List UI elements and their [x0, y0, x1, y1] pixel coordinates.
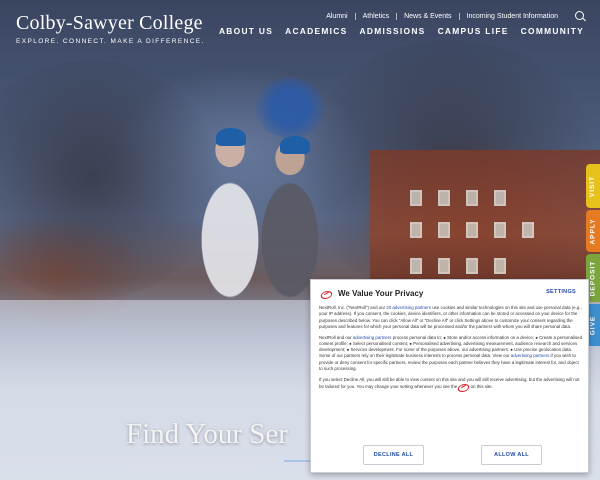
utility-link-incoming-students[interactable]: Incoming Student Information: [458, 13, 565, 20]
side-tab-apply-label: APPLY: [589, 217, 597, 245]
advertising-partners-count-link[interactable]: 20 advertising partners: [386, 305, 431, 310]
consent-title: We Value Your Privacy: [338, 289, 424, 298]
consent-header: We Value Your Privacy: [321, 289, 423, 298]
utility-nav: Alumni Athletics News & Events Incoming …: [319, 11, 586, 22]
advertising-partners-link-1[interactable]: advertising partners: [353, 335, 392, 340]
college-tagline: EXPLORE. CONNECT. MAKE A DIFFERENCE.: [16, 38, 205, 45]
college-logo[interactable]: Colby-Sawyer College EXPLORE. CONNECT. M…: [16, 12, 205, 45]
advertising-partners-link-2[interactable]: advertising partners: [511, 353, 550, 358]
side-tab-give-label: GIVE: [589, 315, 597, 335]
side-tab-deposit-label: DEPOSIT: [589, 260, 597, 296]
utility-link-alumni[interactable]: Alumni: [319, 13, 354, 20]
privacy-consent-dialog: We Value Your Privacy SETTINGS NextRoll,…: [310, 279, 589, 473]
allow-all-button[interactable]: ALLOW ALL: [481, 445, 542, 465]
nav-academics[interactable]: ACADEMICS: [285, 26, 347, 36]
consent-paragraph-1: NextRoll, Inc. ("NextRoll") and our 20 a…: [319, 305, 583, 330]
side-tab-visit-label: VISIT: [589, 175, 597, 197]
nav-campus-life[interactable]: CAMPUS LIFE: [438, 26, 509, 36]
consent-p3-text-a: If you select Decline All, you will stil…: [319, 376, 580, 390]
consent-settings-link[interactable]: SETTINGS: [546, 289, 576, 295]
nav-admissions[interactable]: ADMISSIONS: [360, 26, 426, 36]
hero-headline: Find Your Ser: [126, 418, 288, 450]
nav-about-us[interactable]: ABOUT US: [219, 26, 273, 36]
utility-link-athletics[interactable]: Athletics: [354, 13, 396, 20]
campus-building: [370, 150, 600, 290]
college-name: Colby-Sawyer College: [16, 12, 203, 34]
decline-all-button[interactable]: DECLINE ALL: [363, 445, 424, 465]
consent-p2-text-a: NextRoll and our: [319, 334, 353, 340]
consent-paragraph-2: NextRoll and our advertising partners pr…: [319, 335, 583, 373]
utility-link-news-events[interactable]: News & Events: [396, 13, 458, 20]
nav-community[interactable]: COMMUNITY: [521, 26, 584, 36]
consent-body: NextRoll, Inc. ("NextRoll") and our 20 a…: [319, 305, 583, 441]
consent-p1-text-a: NextRoll, Inc. ("NextRoll") and our: [319, 305, 387, 310]
consent-inline-logo-icon: [458, 383, 469, 391]
nextroll-logo-icon: [321, 290, 332, 298]
consent-paragraph-3: If you select Decline All, you will stil…: [319, 377, 583, 391]
side-tab-apply[interactable]: APPLY: [586, 210, 600, 252]
main-nav: ABOUT US ACADEMICS ADMISSIONS CAMPUS LIF…: [219, 26, 584, 36]
search-icon[interactable]: [575, 11, 586, 22]
side-tab-visit[interactable]: VISIT: [586, 164, 600, 208]
consent-p3-text-b: on this site.: [469, 384, 493, 390]
